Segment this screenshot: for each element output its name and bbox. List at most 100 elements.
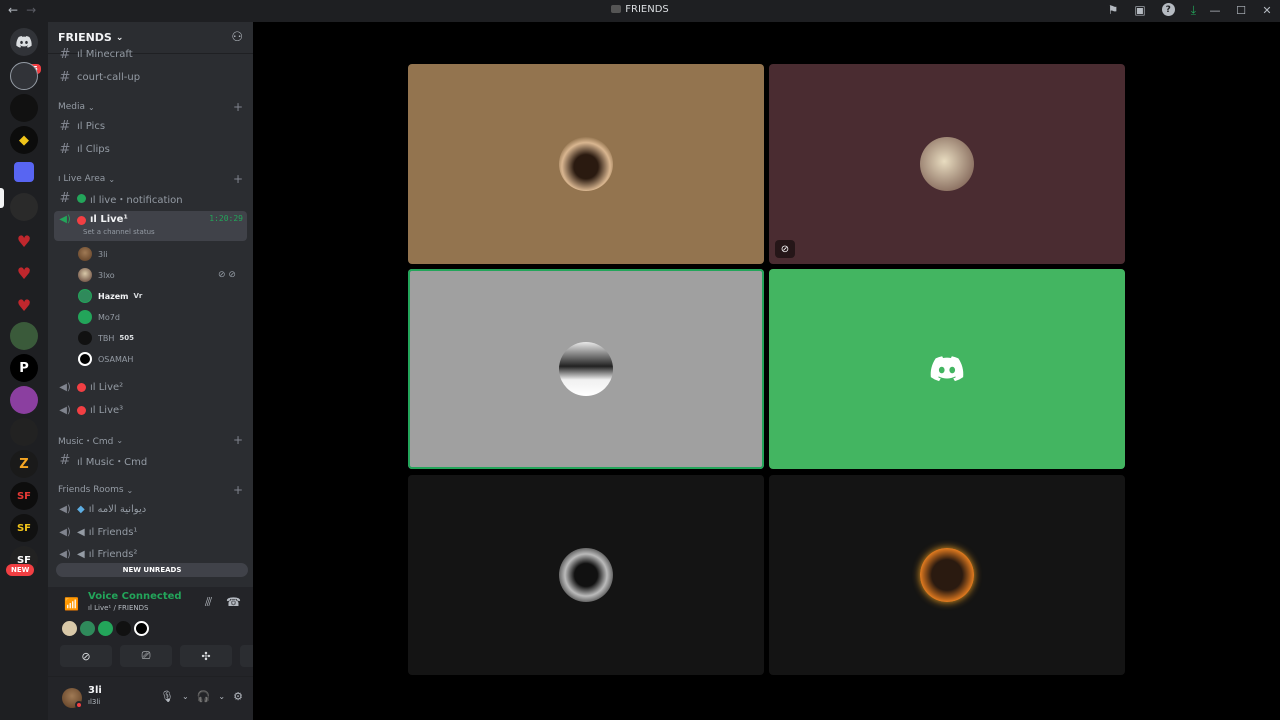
soundboard-button[interactable]: ♪	[240, 645, 253, 667]
hash-icon: #	[59, 118, 71, 134]
voice-channel-live3[interactable]: ◀) ıl Live³	[54, 400, 247, 420]
channel-clips[interactable]: # ıl Clips	[54, 139, 247, 159]
avatar	[78, 247, 92, 261]
avatar[interactable]	[134, 621, 149, 636]
channel-live-notification[interactable]: # ıl live・notification	[54, 188, 247, 208]
avatar[interactable]	[98, 621, 113, 636]
server-icon[interactable]	[10, 386, 38, 414]
avatar[interactable]	[80, 621, 95, 636]
channel-status[interactable]: Set a channel status	[83, 228, 155, 236]
category-music-cmd[interactable]: Music・Cmd ⌄ +	[58, 433, 243, 447]
avatar	[559, 137, 613, 191]
minimize-button[interactable]: —	[1202, 0, 1228, 22]
folder-icon[interactable]	[14, 162, 34, 182]
gear-icon[interactable]: ⚙	[233, 690, 243, 703]
participant-tile[interactable]	[408, 475, 764, 675]
server-icon[interactable]	[10, 418, 38, 446]
add-channel-icon[interactable]: +	[233, 433, 243, 447]
voice-member[interactable]: 3li	[78, 245, 108, 263]
signal-icon[interactable]: 📶	[64, 597, 79, 611]
category-media[interactable]: Media ⌄ +	[58, 100, 243, 114]
avatar	[78, 331, 92, 345]
voice-channel-friends1[interactable]: ◀) ◀ ıl Friends¹	[54, 522, 247, 542]
add-channel-icon[interactable]: +	[233, 483, 243, 497]
voice-stage: ⊘	[253, 22, 1280, 720]
hash-icon: #	[59, 48, 71, 60]
screen-icon[interactable]: ▣	[1134, 3, 1145, 18]
user-panel: 3li ıl3li 🎙 ⌄ 🎧 ⌄ ⚙	[48, 677, 253, 720]
voice-status-title[interactable]: Voice Connected	[88, 591, 182, 602]
voice-channel-path[interactable]: ıl Live¹ / FRIENDS	[88, 604, 148, 612]
add-channel-icon[interactable]: +	[233, 100, 243, 114]
channel-court-call-up[interactable]: # court-call-up	[54, 67, 247, 87]
member-name: 3lxo	[98, 270, 115, 280]
channel-music-cmd[interactable]: # ıl Music・Cmd	[54, 450, 247, 470]
user-name[interactable]: 3li	[88, 685, 102, 696]
user-avatar[interactable]	[62, 688, 83, 709]
channel-list: # ıl Minecraft # court-call-up Media ⌄ + …	[48, 48, 253, 588]
avatar[interactable]	[62, 621, 77, 636]
dm-home-button[interactable]	[10, 28, 38, 56]
avatar	[559, 342, 613, 396]
download-icon[interactable]: ⤓	[1191, 3, 1196, 18]
server-icon[interactable]	[10, 94, 38, 122]
title-actions: ⚑ ▣ ? ⤓	[1108, 3, 1196, 18]
new-servers-badge[interactable]: NEW	[6, 564, 35, 576]
channel-label: ıl Friends²	[88, 548, 138, 560]
maximize-button[interactable]: ☐	[1228, 0, 1254, 22]
voice-member[interactable]: Mo7d	[78, 308, 120, 326]
voice-channel-friends-ar[interactable]: ◀) ◆ ıl دیوانیة الامه	[54, 499, 247, 519]
server-icon[interactable]: SF	[10, 514, 38, 542]
channel-label: court-call-up	[77, 71, 141, 83]
category-live-area[interactable]: ı Live Area ⌄ +	[58, 172, 243, 186]
participant-tile[interactable]	[408, 269, 764, 469]
disconnect-icon[interactable]: ☎	[226, 595, 241, 610]
server-icon[interactable]: ♥	[10, 227, 38, 255]
headphones-icon[interactable]: 🎧	[197, 690, 211, 703]
voice-channel-live2[interactable]: ◀) ıl Live²	[54, 377, 247, 397]
category-friends-rooms[interactable]: Friends Rooms ⌄ +	[58, 483, 243, 497]
server-icon[interactable]	[10, 322, 38, 350]
camera-off-button[interactable]: ⊘	[60, 645, 112, 667]
chevron-down-icon: ⌄	[115, 32, 124, 43]
server-icon[interactable]: P	[10, 354, 38, 382]
server-icon[interactable]: Z	[10, 450, 38, 478]
close-button[interactable]: ✕	[1254, 0, 1280, 22]
speaker-small-icon: ◀	[77, 548, 85, 560]
server-icon[interactable]: ♥	[10, 291, 38, 319]
voice-member[interactable]: OSAMAH	[78, 350, 133, 368]
participant-tile[interactable]	[769, 269, 1125, 469]
chevron-down-icon[interactable]: ⌄	[218, 692, 225, 701]
participant-tile[interactable]	[769, 475, 1125, 675]
new-unreads-button[interactable]: NEW UNREADS	[56, 563, 248, 577]
channel-label: ıl Live¹	[90, 214, 128, 225]
server-icon[interactable]: SF	[10, 482, 38, 510]
server-icon[interactable]	[10, 62, 38, 90]
voice-member[interactable]: 3lxo ⊘ ⊘	[78, 266, 236, 284]
inbox-icon[interactable]: ⚑	[1108, 3, 1119, 18]
participant-tile[interactable]	[408, 64, 764, 264]
voice-channel-live1[interactable]: ◀) ıl Live¹ 1:20:29 Set a channel status	[54, 211, 247, 241]
call-timer: 1:20:29	[209, 214, 243, 223]
activities-button[interactable]: ✣	[180, 645, 232, 667]
invite-icon[interactable]: ⚇	[231, 30, 243, 45]
microphone-icon[interactable]: 🎙	[160, 690, 174, 703]
server-icon[interactable]	[10, 193, 38, 221]
channel-minecraft[interactable]: # ıl Minecraft	[54, 48, 247, 60]
voice-member[interactable]: TBH 505	[78, 329, 134, 347]
voice-channel-friends2[interactable]: ◀) ◀ ıl Friends²	[54, 544, 247, 564]
member-name: OSAMAH	[98, 354, 134, 364]
server-icon[interactable]: ◆	[10, 126, 38, 154]
voice-member[interactable]: Hazem Vr	[78, 287, 142, 305]
chevron-down-icon[interactable]: ⌄	[182, 692, 189, 701]
participant-tile[interactable]: ⊘	[769, 64, 1125, 264]
help-icon[interactable]: ?	[1161, 3, 1175, 16]
avatar[interactable]	[116, 621, 131, 636]
server-icon[interactable]: ♥	[10, 259, 38, 287]
channel-pics[interactable]: # ıl Pics	[54, 116, 247, 136]
add-channel-icon[interactable]: +	[233, 172, 243, 186]
muted-deafened-icons: ⊘ ⊘	[218, 270, 236, 280]
noise-suppression-icon[interactable]: ⫻	[205, 595, 212, 610]
voice-participants	[62, 621, 149, 636]
screen-share-button[interactable]: ⎚	[120, 645, 172, 667]
